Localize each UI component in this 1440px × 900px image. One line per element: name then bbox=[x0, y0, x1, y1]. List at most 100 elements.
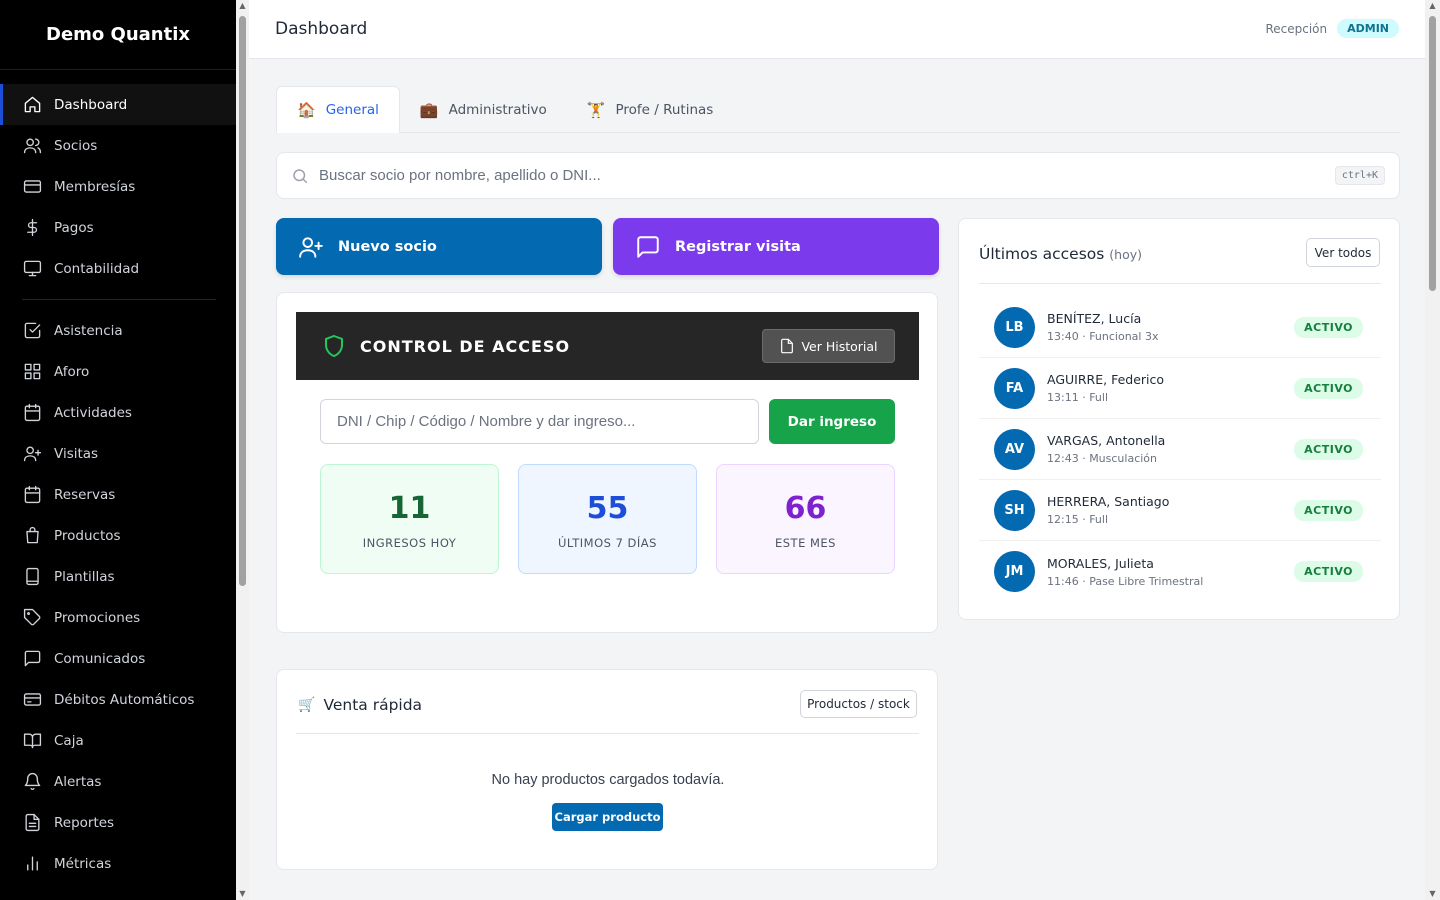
load-product-button[interactable]: Cargar producto bbox=[552, 803, 663, 831]
access-meta: 13:40 · Funcional 3x bbox=[1047, 330, 1159, 343]
sidebar-item-label: Dashboard bbox=[54, 96, 128, 113]
sidebar-item-visitas[interactable]: Visitas bbox=[0, 433, 236, 474]
weightlifter-icon: 🏋 bbox=[586, 100, 606, 119]
button-label: Registrar visita bbox=[675, 238, 801, 255]
bell-icon bbox=[22, 772, 42, 792]
sidebar-item-caja[interactable]: Caja bbox=[0, 720, 236, 761]
access-meta: 11:46 · Pase Libre Trimestral bbox=[1047, 574, 1204, 588]
tablet-icon bbox=[22, 567, 42, 587]
stat-value: 11 bbox=[388, 491, 431, 526]
dashboard-tabs: 🏠 General 💼 Administrativo 🏋 Profe / Rut… bbox=[276, 86, 1400, 133]
give-entry-button[interactable]: Dar ingreso bbox=[769, 399, 895, 444]
view-history-button[interactable]: Ver Historial bbox=[762, 329, 895, 363]
quick-sale-title: 🛒 Venta rápida bbox=[298, 696, 422, 714]
scrollbar-thumb[interactable] bbox=[1429, 16, 1436, 291]
page-scrollbar[interactable]: ▲ ▼ bbox=[1425, 0, 1440, 900]
house-icon: 🏠 bbox=[297, 100, 316, 119]
avatar: SH bbox=[994, 489, 1035, 531]
scroll-down-arrow[interactable]: ▼ bbox=[236, 888, 249, 900]
access-meta: 12:15 · Full bbox=[1047, 513, 1108, 526]
sidebar-item-productos[interactable]: Productos bbox=[0, 515, 236, 556]
sidebar-item-reportes[interactable]: Reportes bbox=[0, 802, 236, 843]
tab-profe-rutinas[interactable]: 🏋 Profe / Rutinas bbox=[567, 86, 734, 133]
sidebar-item-label: Métricas bbox=[54, 855, 112, 872]
user-info[interactable]: Recepción ADMIN bbox=[1265, 19, 1399, 38]
sidebar-item-promociones[interactable]: Promociones bbox=[0, 597, 236, 638]
list-item[interactable]: SH HERRERA, Santiago 12:15 · Full ACTIVO bbox=[979, 480, 1381, 541]
access-input[interactable] bbox=[320, 399, 759, 444]
scrollbar-thumb[interactable] bbox=[239, 16, 246, 586]
empty-products-message: No hay productos cargados todavía. bbox=[491, 772, 725, 788]
calendar-icon bbox=[22, 403, 42, 423]
list-item[interactable]: FA AGUIRRE, Federico 13:11 · Full ACTIVO bbox=[979, 358, 1381, 419]
access-meta: 13:11 · Full bbox=[1047, 391, 1108, 404]
button-label: Nuevo socio bbox=[338, 238, 437, 255]
sidebar-item-asistencia[interactable]: Asistencia bbox=[0, 310, 236, 351]
user-plus-icon bbox=[299, 236, 323, 258]
sidebar-item-pagos[interactable]: Pagos bbox=[0, 207, 236, 248]
sidebar-item-label: Aforo bbox=[54, 363, 90, 380]
sidebar-item-socios[interactable]: Socios bbox=[0, 125, 236, 166]
shortcut-hint: ctrl+K bbox=[1334, 166, 1385, 185]
scroll-down-arrow[interactable]: ▼ bbox=[1425, 888, 1440, 900]
sidebar-item-alertas[interactable]: Alertas bbox=[0, 761, 236, 802]
sidebar-item-dashboard[interactable]: Dashboard bbox=[0, 84, 236, 125]
book-icon bbox=[22, 731, 42, 751]
sidebar-item-plantillas[interactable]: Plantillas bbox=[0, 556, 236, 597]
sidebar-item-label: Actividades bbox=[54, 404, 132, 421]
brand-logo[interactable]: Demo Quantix bbox=[0, 0, 236, 70]
recent-access-list: LB BENÍTEZ, Lucía 13:40 · Funcional 3x A… bbox=[979, 297, 1381, 602]
file-icon bbox=[22, 813, 42, 833]
sidebar-item-label: Comunicados bbox=[54, 650, 146, 667]
list-item[interactable]: LB BENÍTEZ, Lucía 13:40 · Funcional 3x A… bbox=[979, 297, 1381, 358]
sidebar-item-contabilidad[interactable]: Contabilidad bbox=[0, 248, 236, 289]
products-stock-button[interactable]: Productos / stock bbox=[800, 690, 917, 718]
list-item[interactable]: JM MORALES, Julieta 11:46 · Pase Libre T… bbox=[979, 541, 1381, 602]
tab-label: Administrativo bbox=[448, 101, 547, 118]
scroll-up-arrow[interactable]: ▲ bbox=[1425, 0, 1440, 12]
recent-access-title: Últimos accesos (hoy) bbox=[979, 245, 1142, 263]
section-subtitle: (hoy) bbox=[1109, 247, 1143, 262]
bar-chart-icon bbox=[22, 854, 42, 874]
check-square-icon bbox=[22, 321, 42, 341]
tab-administrativo[interactable]: 💼 Administrativo bbox=[400, 86, 567, 133]
sidebar-item-label: Pagos bbox=[54, 219, 94, 236]
sidebar-divider bbox=[22, 299, 216, 300]
member-name: VARGAS, Antonella bbox=[1047, 433, 1166, 448]
stat-today: 11 INGRESOS HOY bbox=[320, 464, 499, 574]
access-control-header: CONTROL DE ACCESO Ver Historial bbox=[296, 312, 919, 380]
sidebar-item-membresias[interactable]: Membresías bbox=[0, 166, 236, 207]
view-all-button[interactable]: Ver todos bbox=[1306, 238, 1380, 267]
sidebar-item-metricas[interactable]: Métricas bbox=[0, 843, 236, 884]
list-item[interactable]: AV VARGAS, Antonella 12:43 · Musculación… bbox=[979, 419, 1381, 480]
sidebar-item-label: Socios bbox=[54, 137, 98, 154]
stat-this-month: 66 ESTE MES bbox=[716, 464, 895, 574]
sidebar-scrollbar[interactable]: ▲ ▼ bbox=[236, 0, 249, 900]
tab-general[interactable]: 🏠 General bbox=[276, 86, 400, 133]
register-visit-button[interactable]: Registrar visita bbox=[613, 218, 939, 275]
section-title: Últimos accesos bbox=[979, 245, 1105, 263]
sidebar-item-label: Asistencia bbox=[54, 322, 123, 339]
sidebar-item-label: Débitos Automáticos bbox=[54, 691, 195, 708]
sidebar-item-aforo[interactable]: Aforo bbox=[0, 351, 236, 392]
monitor-icon bbox=[22, 259, 42, 279]
sidebar-item-reservas[interactable]: Reservas bbox=[0, 474, 236, 515]
sidebar-nav: Dashboard Socios Membresías Pagos Contab… bbox=[0, 70, 236, 884]
sidebar-item-debitos[interactable]: Débitos Automáticos bbox=[0, 679, 236, 720]
scroll-up-arrow[interactable]: ▲ bbox=[236, 0, 249, 12]
sidebar-item-label: Contabilidad bbox=[54, 260, 140, 277]
stat-label: ÚLTIMOS 7 DÍAS bbox=[558, 536, 657, 550]
access-meta: 12:43 · Musculación bbox=[1047, 452, 1158, 465]
member-search: ctrl+K bbox=[276, 152, 1400, 199]
sidebar-item-actividades[interactable]: Actividades bbox=[0, 392, 236, 433]
tab-label: General bbox=[325, 101, 379, 118]
access-control-title: CONTROL DE ACCESO bbox=[360, 336, 571, 356]
bag-icon bbox=[22, 526, 42, 546]
user-name: Recepción bbox=[1265, 21, 1328, 36]
status-badge: ACTIVO bbox=[1294, 500, 1363, 521]
new-member-button[interactable]: Nuevo socio bbox=[276, 218, 602, 275]
search-input[interactable] bbox=[319, 167, 1299, 184]
grid-icon bbox=[22, 362, 42, 382]
sidebar-item-comunicados[interactable]: Comunicados bbox=[0, 638, 236, 679]
stat-label: ESTE MES bbox=[774, 536, 836, 550]
